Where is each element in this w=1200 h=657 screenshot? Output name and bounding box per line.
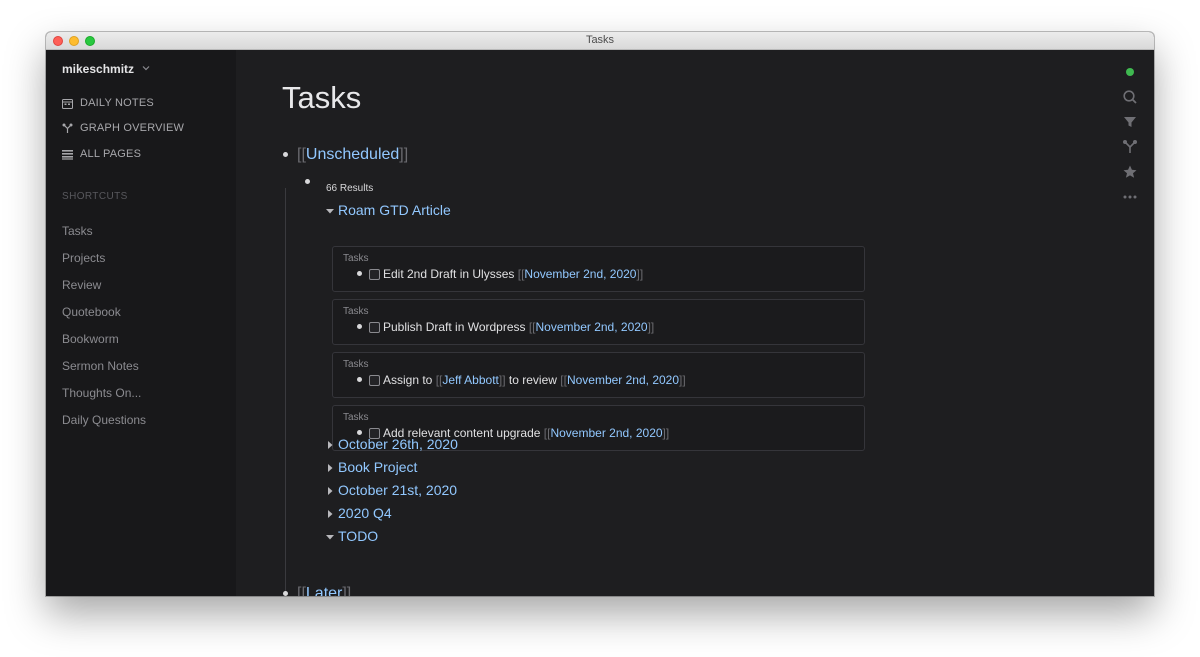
caret-down-icon[interactable] (326, 533, 334, 541)
nav-label: ALL PAGES (80, 148, 142, 160)
graph-icon (62, 123, 73, 133)
bracket-open: [[ (528, 320, 536, 334)
caret-right-icon[interactable] (326, 464, 334, 472)
group-title[interactable]: October 21st, 2020 (338, 482, 457, 498)
filter-icon[interactable] (1122, 114, 1138, 130)
person-link[interactable]: Jeff Abbott (442, 373, 499, 387)
task-text[interactable]: Edit 2nd Draft in Ulysses [[November 2nd… (383, 267, 643, 281)
sidebar: mikeschmitz DAILY NOTES GRAPH OVERVIEW A… (46, 50, 236, 596)
shortcut-projects[interactable]: Projects (62, 251, 105, 265)
caret-down-icon[interactable] (326, 207, 334, 215)
graph-icon[interactable] (1122, 139, 1138, 155)
unscheduled-reference[interactable]: [[Unscheduled]] (297, 146, 408, 164)
shortcut-quotebook[interactable]: Quotebook (62, 305, 121, 319)
star-icon[interactable] (1122, 164, 1138, 180)
bracket-close: ]] (342, 585, 352, 596)
date-link[interactable]: November 2nd, 2020 (567, 373, 679, 387)
calendar-icon (62, 99, 73, 109)
nav-label: GRAPH OVERVIEW (80, 122, 185, 134)
shortcut-tasks[interactable]: Tasks (62, 224, 93, 238)
card-breadcrumb[interactable]: Tasks (343, 359, 369, 370)
task-label: Publish Draft in Wordpress (383, 320, 526, 334)
later-reference[interactable]: [[Later]] (297, 585, 351, 596)
caret-right-icon[interactable] (326, 510, 334, 518)
group-title[interactable]: Book Project (338, 459, 417, 475)
card-breadcrumb[interactable]: Tasks (343, 412, 369, 423)
group-title[interactable]: Roam GTD Article (338, 202, 451, 218)
app-window: Tasks mikeschmitz DAILY NOTES GRAPH OVER… (46, 32, 1154, 596)
date-link[interactable]: November 2nd, 2020 (536, 320, 648, 334)
shortcut-bookworm[interactable]: Bookworm (62, 332, 119, 346)
window-title: Tasks (585, 34, 615, 46)
shortcuts-heading: SHORTCUTS (62, 191, 128, 202)
date-link[interactable]: November 2nd, 2020 (524, 267, 636, 281)
date-link[interactable]: November 2nd, 2020 (550, 426, 662, 440)
user-name: mikeschmitz (62, 62, 135, 76)
group-title[interactable]: TODO (338, 528, 378, 544)
bracket-open: [[ (297, 146, 306, 163)
chevron-down-icon (142, 66, 150, 71)
bracket-close: ]] (636, 267, 644, 281)
block-bullet[interactable] (283, 152, 288, 157)
query-block-bullet[interactable] (305, 179, 310, 184)
task-text[interactable]: Publish Draft in Wordpress [[November 2n… (383, 320, 654, 334)
title-bar: Tasks (46, 32, 1154, 50)
more-icon[interactable] (1122, 189, 1138, 205)
block-bullet[interactable] (357, 377, 362, 382)
group-title[interactable]: 2020 Q4 (338, 505, 392, 521)
card-breadcrumb[interactable]: Tasks (343, 253, 369, 264)
block-bullet[interactable] (357, 430, 362, 435)
nav-label: DAILY NOTES (80, 97, 154, 109)
bracket-close: ]] (647, 320, 655, 334)
card-breadcrumb[interactable]: Tasks (343, 306, 369, 317)
indent-guide (285, 188, 286, 596)
caret-right-icon[interactable] (326, 487, 334, 495)
todo-checkbox[interactable] (369, 269, 380, 280)
shortcut-review[interactable]: Review (62, 278, 101, 292)
task-card: Tasks Assign to [[ Jeff Abbott]] to revie… (332, 352, 865, 398)
page-link-later[interactable]: Later (306, 585, 342, 596)
block-bullet[interactable] (283, 591, 288, 596)
shortcut-daily-questions[interactable]: Daily Questions (62, 413, 146, 427)
query-results-count: 66 Results (326, 183, 374, 194)
group-title[interactable]: October 26th, 2020 (338, 436, 458, 452)
block-bullet[interactable] (357, 271, 362, 276)
page-link-unscheduled[interactable]: Unscheduled (306, 146, 399, 163)
task-label: Edit 2nd Draft in Ulysses (383, 267, 515, 281)
block-bullet[interactable] (357, 324, 362, 329)
todo-checkbox[interactable] (369, 375, 380, 386)
user-menu[interactable]: mikeschmitz (62, 62, 150, 76)
bracket-close: ]] (662, 426, 670, 440)
bracket-open: [[ (560, 373, 567, 387)
bracket-close: ]] (399, 146, 409, 163)
task-text[interactable]: Assign to [[Jeff Abbott]] to review [[No… (383, 373, 686, 387)
search-icon[interactable] (1122, 89, 1138, 105)
task-label: Assign to (383, 373, 433, 387)
list-icon (62, 150, 73, 160)
shortcut-thoughts-on[interactable]: Thoughts On... (62, 386, 141, 400)
shortcut-sermon-notes[interactable]: Sermon Notes (62, 359, 139, 373)
caret-right-icon[interactable] (326, 441, 334, 449)
task-label: to review (508, 373, 557, 387)
task-card: Tasks Edit 2nd Draft in Ulysses [[Novemb… (332, 246, 865, 292)
todo-checkbox[interactable] (369, 322, 380, 333)
bracket-close: ]] (679, 373, 686, 387)
bracket-close: ]] (498, 373, 506, 387)
bracket-open: [[ (297, 585, 306, 596)
main-content: Tasks [[Unscheduled]] 66 Results Roam GT… (236, 50, 1154, 596)
sync-status-icon (1126, 68, 1134, 76)
page-title[interactable]: Tasks (282, 80, 361, 116)
task-card: Tasks Publish Draft in Wordpress [[Novem… (332, 299, 865, 345)
